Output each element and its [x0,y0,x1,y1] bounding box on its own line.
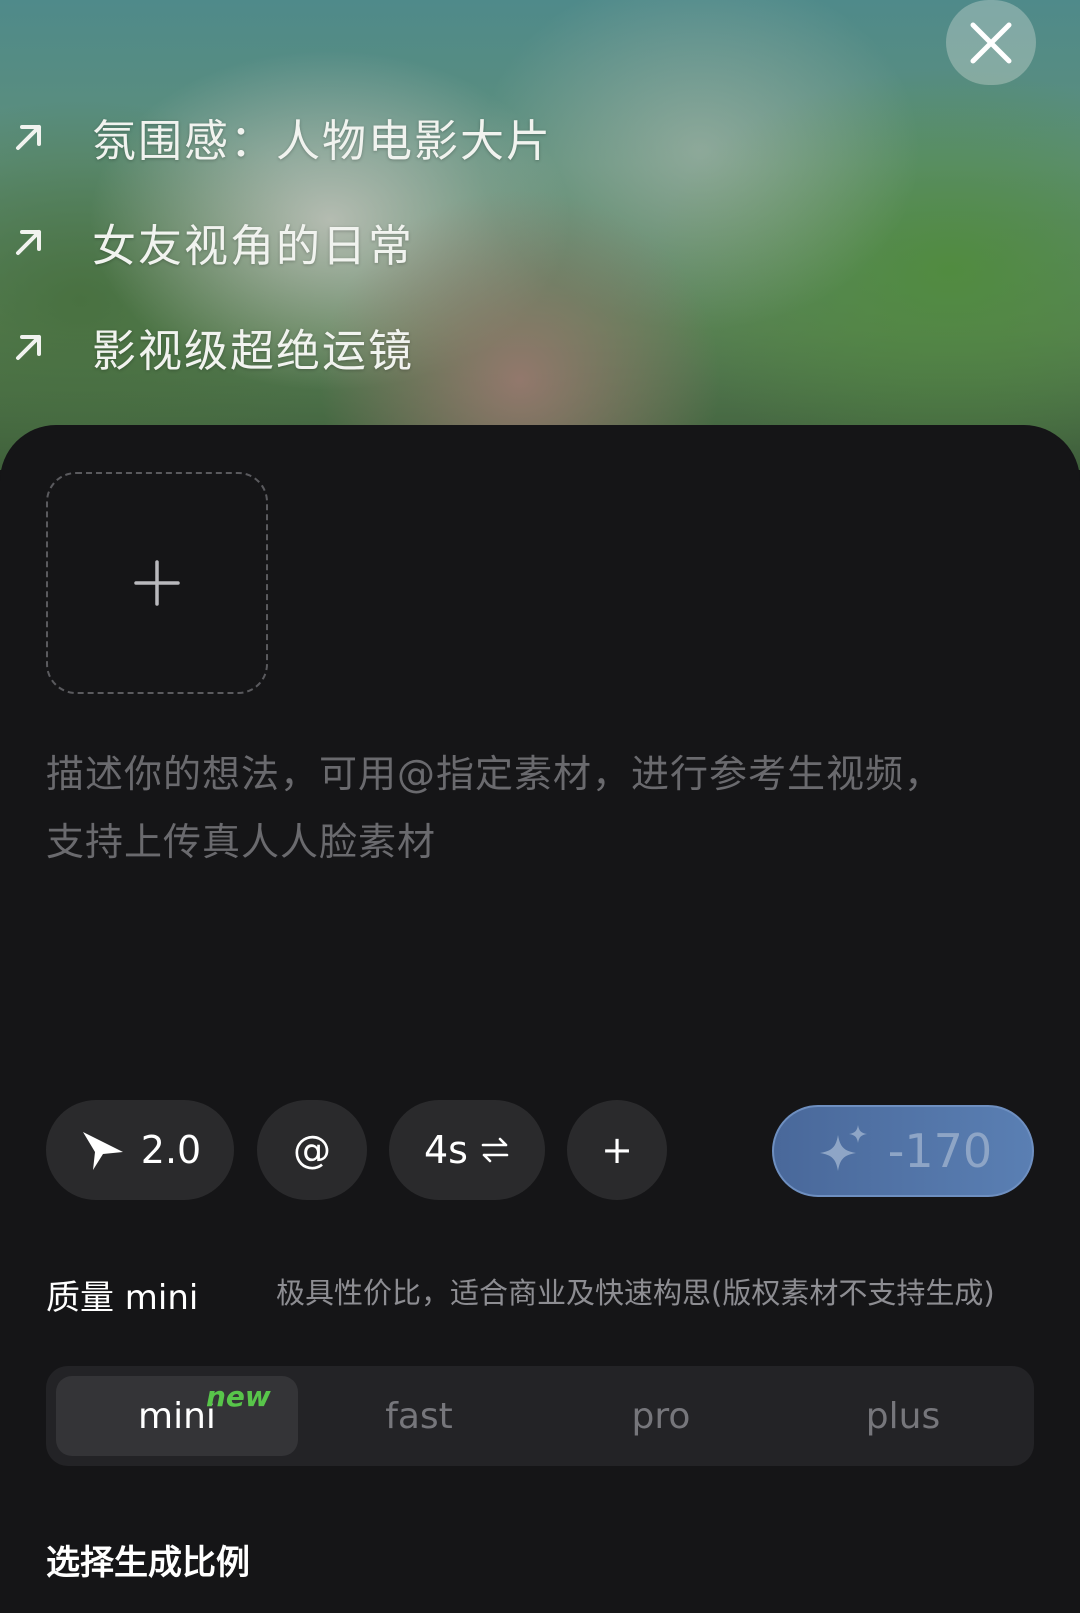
prompt-placeholder: 支持上传真人人脸素材 [46,820,437,864]
prompt-input[interactable]: 描述你的想法，可用@指定素材，进行参考生视频， 支持上传真人人脸素材 [46,740,1036,876]
new-badge: new [206,1380,271,1413]
quality-option-pro[interactable]: pro [540,1376,782,1456]
arrow-up-right-icon [12,327,92,367]
more-options-button[interactable]: + [567,1100,667,1200]
sparkle-icon [819,1125,867,1171]
model-version-button[interactable]: 2.0 [46,1100,234,1200]
quality-option-plus[interactable]: plus [782,1376,1024,1456]
plus-icon [134,560,180,606]
quality-option-mini[interactable]: mini new [56,1376,298,1456]
generate-button[interactable]: -170 [772,1105,1034,1197]
suggestion-item[interactable]: 影视级超绝运镜 [12,315,414,379]
quality-selector: mini new fast pro plus [46,1366,1034,1466]
add-icon: + [601,1128,633,1172]
suggestion-item[interactable]: 女友视角的日常 [12,210,414,274]
prompt-placeholder: 描述你的想法，可用@指定素材，进行参考生视频， [46,752,944,796]
upload-material-button[interactable] [46,472,268,694]
swap-icon [481,1137,509,1163]
suggestion-item[interactable]: 氛围感：人物电影大片 [12,105,552,169]
mention-button[interactable]: @ [257,1100,367,1200]
quality-option-label: fast [385,1395,453,1437]
duration-label: 4s [424,1128,468,1172]
suggestion-label: 影视级超绝运镜 [92,326,414,377]
quality-option-label: pro [631,1395,691,1437]
model-version-label: 2.0 [140,1128,202,1172]
model-logo-icon [82,1132,123,1170]
at-icon: @ [293,1128,331,1172]
ratio-section-title: 选择生成比例 [46,1543,250,1583]
arrow-up-right-icon [12,117,92,157]
quality-option-label: plus [865,1395,941,1437]
close-icon [970,22,1012,63]
arrow-up-right-icon [12,222,92,262]
suggestion-label: 女友视角的日常 [92,221,414,272]
duration-button[interactable]: 4s [389,1100,545,1200]
quality-description: 极具性价比，适合商业及快速构思(版权素材不支持生成) [276,1276,995,1310]
quality-option-fast[interactable]: fast [298,1376,540,1456]
generate-cost: -170 [887,1124,993,1178]
quality-option-label: mini [138,1395,216,1437]
close-button[interactable] [946,0,1036,85]
quality-label: 质量 mini [46,1278,199,1318]
suggestion-label: 氛围感：人物电影大片 [92,116,552,167]
